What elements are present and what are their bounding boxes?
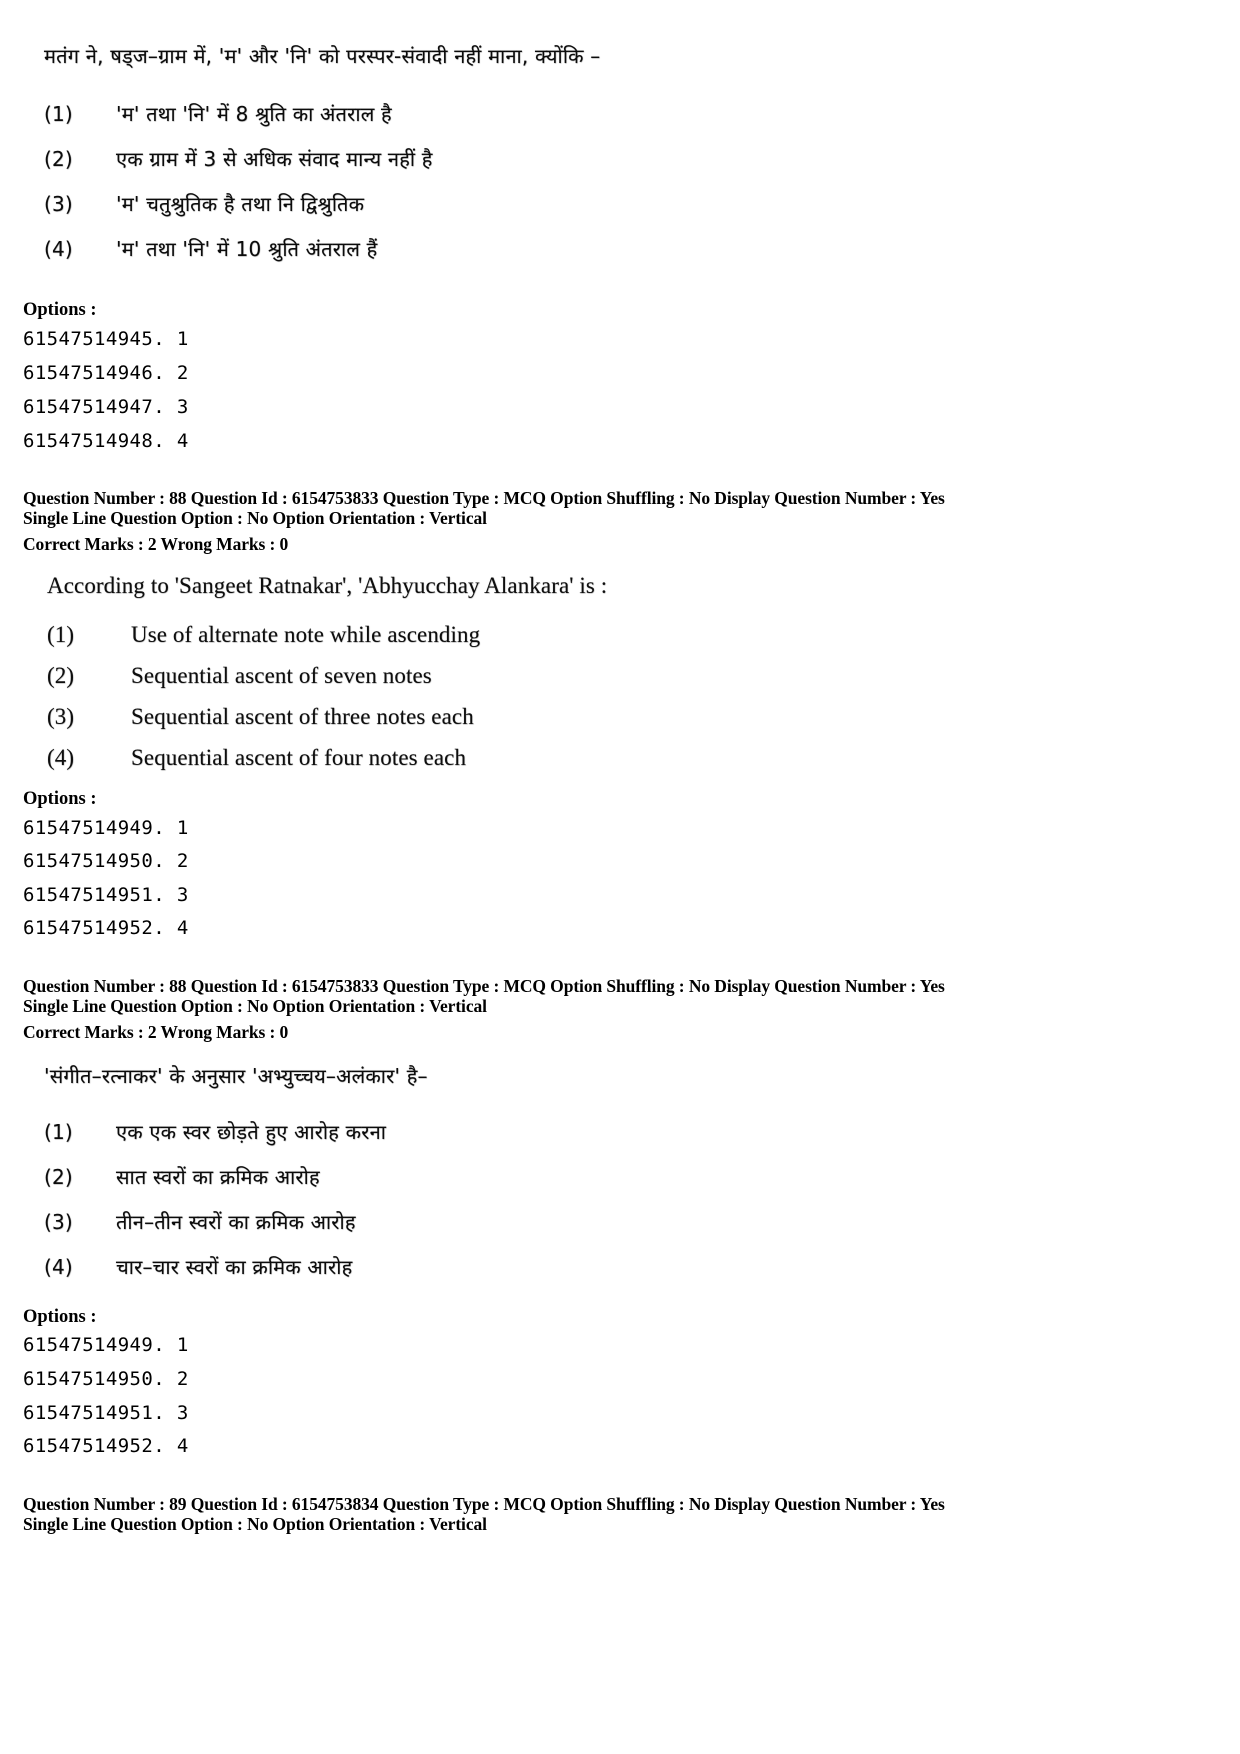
option-text: Use of alternate note while ascending [131,622,481,647]
option-id: 61547514950. 2 [23,850,189,872]
option-text: एक ग्राम में 3 से अधिक संवाद मान्य नहीं … [116,147,433,171]
option-number: (1) [44,1120,73,1144]
option-id: 61547514949. 1 [23,1334,189,1356]
option-text: तीन–तीन स्वरों का क्रमिक आरोह [116,1210,356,1234]
option-text: Sequential ascent of four notes each [131,745,467,770]
option-row[interactable]: (3) 'म' चतुश्रुतिक है तथा नि द्विश्रुतिक [44,190,433,217]
question-metadata-line: Single Line Question Option : No Option … [23,996,487,1016]
question-options-english: (1) Use of alternate note while ascendin… [47,622,480,771]
option-row[interactable]: (1) Use of alternate note while ascendin… [47,622,480,648]
option-id: 61547514949. 1 [23,817,189,839]
option-text: एक एक स्वर छोड़ते हुए आरोह करना [116,1120,387,1144]
question-scan-english: According to 'Sangeet Ratnakar', 'Abhyuc… [47,573,607,599]
option-id: 61547514946. 2 [23,362,189,384]
option-row[interactable]: (1) एक एक स्वर छोड़ते हुए आरोह करना [44,1118,386,1145]
option-row[interactable]: (2) Sequential ascent of seven notes [47,663,480,689]
options-heading: Options : [23,789,97,809]
option-id: 61547514945. 1 [23,328,189,350]
option-row[interactable]: (3) Sequential ascent of three notes eac… [47,704,480,730]
option-number: (4) [44,237,73,261]
question-text: मतंग ने, षड्ज–ग्राम में, 'म' और 'नि' को … [44,44,601,68]
option-row[interactable]: (4) Sequential ascent of four notes each [47,745,480,771]
option-number: (3) [47,704,75,729]
option-text: सात स्वरों का क्रमिक आरोह [116,1165,320,1189]
option-row[interactable]: (2) एक ग्राम में 3 से अधिक संवाद मान्य न… [44,145,433,172]
question-marks-line: Correct Marks : 2 Wrong Marks : 0 [23,534,289,554]
option-text: Sequential ascent of seven notes [131,663,432,688]
question-options-hindi-top: (1) 'म' तथा 'नि' में 8 श्रुति का अंतराल … [44,100,433,262]
question-scan-hindi-bottom: 'संगीत–रत्नाकर' के अनुसार 'अभ्युच्चय–अलं… [44,1062,428,1089]
option-id: 61547514950. 2 [23,1368,189,1390]
option-id: 61547514952. 4 [23,917,189,939]
option-number: (4) [47,745,75,770]
option-id: 61547514951. 3 [23,884,189,906]
question-metadata-line: Single Line Question Option : No Option … [23,508,487,528]
question-options-hindi-bottom: (1) एक एक स्वर छोड़ते हुए आरोह करना (2) … [44,1118,386,1280]
option-number: (2) [44,147,73,171]
option-text: Sequential ascent of three notes each [131,704,474,729]
option-number: (3) [44,192,73,216]
option-id: 61547514952. 4 [23,1435,189,1457]
options-heading: Options : [23,300,97,320]
option-id: 61547514948. 4 [23,430,189,452]
exam-answer-key-page: मतंग ने, षड्ज–ग्राम में, 'म' और 'नि' को … [0,0,1240,1754]
option-number: (1) [44,102,73,126]
option-text: 'म' तथा 'नि' में 8 श्रुति का अंतराल है [116,102,392,126]
option-number: (4) [44,1255,73,1279]
option-number: (1) [47,622,75,647]
option-number: (3) [44,1210,73,1234]
option-row[interactable]: (2) सात स्वरों का क्रमिक आरोह [44,1163,386,1190]
option-row[interactable]: (3) तीन–तीन स्वरों का क्रमिक आरोह [44,1208,386,1235]
question-text: 'संगीत–रत्नाकर' के अनुसार 'अभ्युच्चय–अलं… [44,1064,428,1088]
option-row[interactable]: (1) 'म' तथा 'नि' में 8 श्रुति का अंतराल … [44,100,433,127]
option-text: 'म' चतुश्रुतिक है तथा नि द्विश्रुतिक [116,192,365,216]
option-number: (2) [44,1165,73,1189]
question-marks-line: Correct Marks : 2 Wrong Marks : 0 [23,1022,289,1042]
option-id: 61547514947. 3 [23,396,189,418]
options-heading: Options : [23,1307,97,1327]
question-text: According to 'Sangeet Ratnakar', 'Abhyuc… [47,573,608,598]
question-scan-hindi-top: मतंग ने, षड्ज–ग्राम में, 'म' और 'नि' को … [44,42,600,69]
option-row[interactable]: (4) चार–चार स्वरों का क्रमिक आरोह [44,1253,386,1280]
question-metadata-line: Question Number : 89 Question Id : 61547… [23,1494,945,1514]
option-text: चार–चार स्वरों का क्रमिक आरोह [116,1255,353,1279]
option-id: 61547514951. 3 [23,1402,189,1424]
question-metadata-line: Question Number : 88 Question Id : 61547… [23,976,945,996]
question-metadata-line: Single Line Question Option : No Option … [23,1514,487,1534]
question-metadata-line: Question Number : 88 Question Id : 61547… [23,488,945,508]
option-row[interactable]: (4) 'म' तथा 'नि' में 10 श्रुति अंतराल है… [44,235,433,262]
option-text: 'म' तथा 'नि' में 10 श्रुति अंतराल हैं [116,237,378,261]
option-number: (2) [47,663,75,688]
